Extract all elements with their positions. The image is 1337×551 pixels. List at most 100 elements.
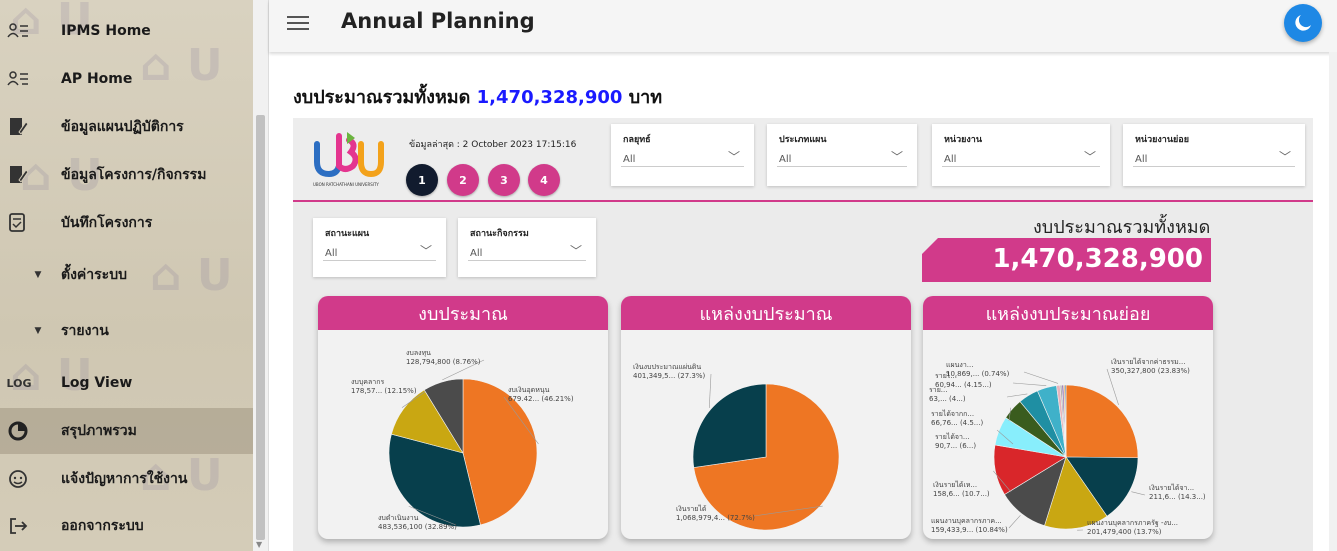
filter-label: ประเภทแผน bbox=[779, 135, 827, 145]
page-scrollbar[interactable] bbox=[1329, 52, 1337, 551]
pie-leader-line bbox=[1012, 382, 1047, 386]
pie-leader-line bbox=[708, 373, 712, 408]
pie-label-value: 90,7... (6...) bbox=[935, 442, 976, 450]
dashboard-top-bar: UBON RATCHATHANI UNIVERSITY ข้อมูลล่าสุด… bbox=[293, 118, 1313, 202]
sidebar-item-settings[interactable]: ▼ ตั้งค่าระบบ bbox=[0, 252, 253, 298]
sidebar-item-label: IPMS Home bbox=[61, 23, 151, 39]
sidebar-item-reports[interactable]: ▼ รายงาน bbox=[0, 308, 253, 354]
sidebar-item-logout[interactable]: ออกจากระบบ bbox=[0, 503, 253, 549]
page-button-3[interactable]: 3 bbox=[488, 164, 520, 196]
sidebar-item-label: AP Home bbox=[61, 71, 133, 87]
sidebar-item-ipms-home[interactable]: IPMS Home bbox=[0, 8, 253, 54]
sidebar-item-label: ข้อมูลโครงการ/กิจกรรม bbox=[61, 167, 207, 183]
pie-slice[interactable] bbox=[1065, 384, 1139, 459]
note-icon bbox=[6, 211, 30, 235]
filter-plan-status[interactable]: สถานะแผน All ﹀ bbox=[313, 218, 446, 277]
chevron-down-icon[interactable]: ﹀ bbox=[1279, 148, 1291, 165]
pie-label-value: 350,327,800 (23.83%) bbox=[1111, 367, 1190, 375]
filter-underline bbox=[1133, 166, 1295, 167]
filter-underline bbox=[942, 166, 1100, 167]
hamburger-menu-icon[interactable] bbox=[287, 12, 309, 34]
page-button-2[interactable]: 2 bbox=[447, 164, 479, 196]
filter-value: All bbox=[1135, 154, 1148, 165]
pie-leader-line bbox=[1008, 515, 1021, 529]
filter-label: สถานะกิจกรรม bbox=[470, 229, 529, 239]
caret-down-icon: ▼ bbox=[34, 270, 42, 280]
chevron-down-icon[interactable]: ﹀ bbox=[570, 242, 582, 259]
card-title: แหล่งงบประมาณย่อย bbox=[923, 296, 1213, 330]
pie-label-name: เงินรายได้จากค่าธรรม... bbox=[1111, 357, 1185, 366]
chevron-down-icon[interactable]: ﹀ bbox=[1084, 148, 1096, 165]
sidebar-item-ap-home[interactable]: AP Home bbox=[0, 56, 253, 102]
pie-label-name: งบบุคลากร bbox=[351, 378, 384, 386]
sidebar-item-plan-data[interactable]: ข้อมูลแผนปฏิบัติการ bbox=[0, 104, 253, 150]
budget-heading-amount: 1,470,328,900 bbox=[476, 87, 623, 108]
page-button-4[interactable]: 4 bbox=[528, 164, 560, 196]
filter-strategy[interactable]: กลยุทธ์ All ﹀ bbox=[611, 124, 754, 186]
sidebar-item-label: บันทึกโครงการ bbox=[61, 215, 153, 231]
chart-icon bbox=[6, 419, 30, 443]
sidebar-item-report-issue[interactable]: แจ้งปัญหาการใช้งาน bbox=[0, 456, 253, 502]
pie-label-value: 158,6... (10.7...) bbox=[933, 490, 990, 498]
pie-label-value: 201,479,400 (13.7%) bbox=[1087, 528, 1162, 536]
filter-underline bbox=[468, 260, 586, 261]
pie-leader-line bbox=[1131, 491, 1146, 496]
pie-label-value: 63,... (4...) bbox=[929, 395, 966, 403]
scrollbar-thumb[interactable] bbox=[256, 115, 265, 540]
sidebar-scrollbar[interactable]: ▼ bbox=[253, 0, 269, 551]
total-budget-label: งบประมาณรวมทั้งหมด bbox=[1033, 217, 1211, 238]
pie-label-name: งบเงินอุดหนุน bbox=[508, 386, 550, 394]
sidebar-item-overview[interactable]: สรุปภาพรวม bbox=[0, 408, 253, 454]
pie-label-value: 483,536,100 (32.89%) bbox=[378, 523, 457, 531]
scroll-down-icon[interactable]: ▼ bbox=[256, 540, 262, 549]
pie-leader-line bbox=[1023, 371, 1059, 384]
log-icon: LOG bbox=[6, 376, 32, 390]
pie-label-value: 401,349,5... (27.3%) bbox=[633, 372, 705, 380]
edit-doc-icon bbox=[6, 163, 30, 187]
page-title: Annual Planning bbox=[341, 9, 535, 33]
sidebar-item-label: ออกจากระบบ bbox=[61, 518, 144, 534]
app-header: Annual Planning bbox=[269, 0, 1337, 52]
filter-activity-status[interactable]: สถานะกิจกรรม All ﹀ bbox=[458, 218, 596, 277]
pie-label-name: เงินรายได้จา... bbox=[1149, 483, 1194, 492]
budget-source-card: แหล่งงบประมาณ เงินรายได้ 1,068,979,4... (… bbox=[621, 296, 911, 539]
pie-label-value: 159,433,9... (10.84%) bbox=[931, 526, 1008, 534]
budget-sub-source-pie[interactable]: เงินรายได้จากค่าธรรม...350,327,800 (23.8… bbox=[923, 330, 1213, 539]
sidebar-item-log-view[interactable]: LOG Log View bbox=[0, 360, 253, 406]
budget-sub-source-card: แหล่งงบประมาณย่อย เงินรายได้จากค่าธรรม..… bbox=[923, 296, 1213, 539]
sidebar-item-project-data[interactable]: ข้อมูลโครงการ/กิจกรรม bbox=[0, 152, 253, 198]
filter-plan-type[interactable]: ประเภทแผน All ﹀ bbox=[767, 124, 917, 186]
theme-toggle-button[interactable] bbox=[1284, 4, 1322, 42]
pie-label-value: 178,57... (12.15%) bbox=[351, 387, 417, 395]
pie-label-name: รายได้จา... bbox=[935, 432, 970, 441]
pie-label-name: แผนงา... bbox=[946, 361, 973, 369]
card-title: งบประมาณ bbox=[318, 296, 608, 330]
filter-sub-department[interactable]: หน่วยงานย่อย All ﹀ bbox=[1123, 124, 1305, 186]
budget-type-pie[interactable]: งบเงินอุดหนุน679.42... (46.21%) งบดำเนินง… bbox=[318, 330, 608, 539]
pie-label-name: แผนงานบุคลากรภาครัฐ -งบ... bbox=[1087, 519, 1178, 527]
budget-heading-prefix: งบประมาณรวมทั้งหมด bbox=[293, 87, 471, 108]
page-button-1[interactable]: 1 bbox=[406, 164, 438, 196]
filter-label: สถานะแผน bbox=[325, 229, 370, 239]
dashboard: UBON RATCHATHANI UNIVERSITY ข้อมูลล่าสุด… bbox=[293, 118, 1313, 551]
pie-label-value: 211,6... (14.3...) bbox=[1149, 493, 1206, 501]
chevron-down-icon[interactable]: ﹀ bbox=[891, 148, 903, 165]
budget-source-pie[interactable]: เงินรายได้1,068,979,4... (72.7%) เงินงบปร… bbox=[621, 330, 911, 539]
pie-label-value: 1,068,979,4... (72.7%) bbox=[676, 514, 755, 522]
card-title: แหล่งงบประมาณ bbox=[621, 296, 911, 330]
edit-doc-icon bbox=[6, 115, 30, 139]
chevron-down-icon[interactable]: ﹀ bbox=[728, 148, 740, 165]
logo-text: UBON RATCHATHANI UNIVERSITY bbox=[313, 182, 379, 187]
person-list-icon bbox=[6, 19, 30, 43]
sidebar-item-record-project[interactable]: บันทึกโครงการ bbox=[0, 200, 253, 246]
caret-down-icon: ▼ bbox=[34, 326, 42, 336]
pie-slice[interactable] bbox=[692, 383, 767, 468]
filter-department[interactable]: หน่วยงาน All ﹀ bbox=[932, 124, 1110, 186]
filter-value: All bbox=[470, 248, 483, 259]
chevron-down-icon[interactable]: ﹀ bbox=[420, 242, 432, 259]
last-updated-text: ข้อมูลล่าสุด : 2 October 2023 17:15:16 bbox=[409, 140, 577, 150]
pie-label-value: 10,869,... (0.74%) bbox=[946, 370, 1010, 378]
sidebar-item-label: Log View bbox=[61, 375, 133, 391]
pie-label-value: 128,794,800 (8.76%) bbox=[406, 358, 481, 366]
support-icon bbox=[6, 467, 30, 491]
